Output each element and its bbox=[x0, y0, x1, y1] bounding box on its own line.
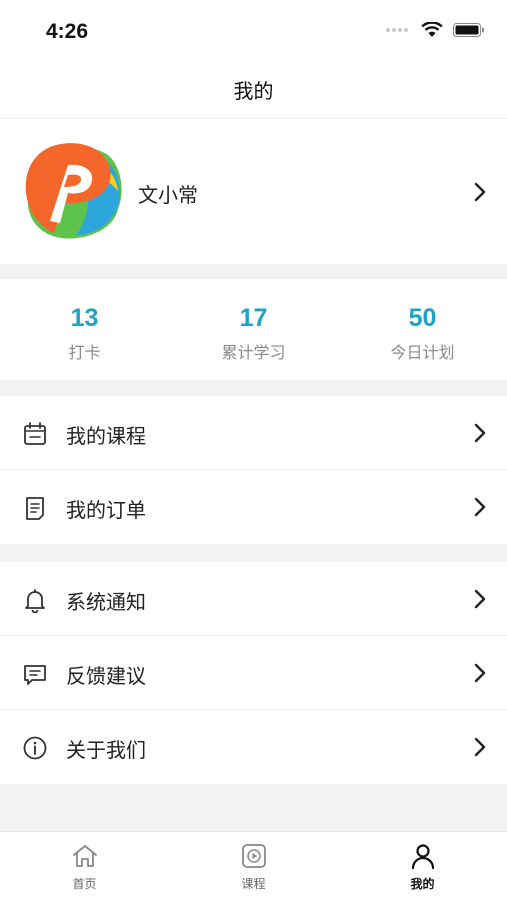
battery-icon bbox=[453, 23, 484, 37]
calendar-icon bbox=[24, 422, 46, 445]
user-icon bbox=[411, 844, 434, 870]
bell-icon bbox=[25, 589, 45, 613]
message-icon bbox=[24, 665, 46, 685]
stat-today-plan[interactable]: 50 今日计划 bbox=[338, 279, 507, 380]
chevron-right-icon bbox=[474, 663, 486, 683]
menu-item-my-orders[interactable]: 我的订单 bbox=[0, 470, 507, 544]
status-icons bbox=[385, 22, 485, 38]
profile-card[interactable]: 文小常 bbox=[0, 118, 507, 264]
menu-group-orders: 我的课程 我的订单 bbox=[0, 396, 507, 544]
tab-label: 课程 bbox=[241, 877, 266, 891]
stat-label: 今日计划 bbox=[390, 343, 455, 362]
menu-item-feedback[interactable]: 反馈建议 bbox=[0, 636, 507, 710]
document-icon bbox=[26, 497, 44, 520]
tab-home[interactable]: 首页 bbox=[0, 832, 169, 900]
avatar[interactable] bbox=[20, 139, 124, 243]
nav-bar: 我的 bbox=[0, 64, 507, 118]
menu-item-label: 我的订单 bbox=[66, 498, 146, 522]
stat-value: 50 bbox=[408, 304, 437, 332]
chevron-right-icon bbox=[474, 497, 486, 517]
tab-courses[interactable]: 课程 bbox=[169, 832, 338, 900]
menu-item-label: 我的课程 bbox=[66, 424, 146, 448]
status-time: 4:26 bbox=[46, 20, 89, 43]
menu-item-label: 系统通知 bbox=[66, 590, 146, 614]
tab-bar: 首页 课程 我的 bbox=[0, 831, 507, 900]
signal-icon bbox=[386, 28, 408, 32]
chevron-right-icon bbox=[474, 589, 486, 609]
page-title: 我的 bbox=[233, 79, 274, 103]
profile-name: 文小常 bbox=[138, 183, 198, 207]
stat-label: 累计学习 bbox=[221, 343, 286, 362]
stat-value: 13 bbox=[70, 304, 99, 332]
wifi-icon bbox=[421, 22, 443, 37]
stat-label: 打卡 bbox=[68, 343, 101, 362]
home-icon bbox=[72, 845, 97, 867]
menu-item-label: 关于我们 bbox=[66, 738, 146, 762]
tab-label: 首页 bbox=[72, 877, 97, 891]
status-bar: 4:26 bbox=[0, 0, 507, 64]
play-icon bbox=[241, 844, 266, 868]
chevron-right-icon bbox=[474, 737, 486, 757]
menu-item-my-courses[interactable]: 我的课程 bbox=[0, 396, 507, 470]
stats-panel: 13 打卡 17 累计学习 50 今日计划 bbox=[0, 279, 507, 380]
menu-item-notifications[interactable]: 系统通知 bbox=[0, 562, 507, 636]
menu-item-label: 反馈建议 bbox=[66, 664, 146, 688]
tab-label: 我的 bbox=[410, 877, 435, 891]
stat-value: 17 bbox=[239, 304, 268, 332]
menu-item-about-us[interactable]: 关于我们 bbox=[0, 710, 507, 784]
stat-checkin[interactable]: 13 打卡 bbox=[0, 279, 169, 380]
tab-me[interactable]: 我的 bbox=[338, 832, 507, 900]
stat-total-study[interactable]: 17 累计学习 bbox=[169, 279, 338, 380]
info-icon bbox=[23, 736, 47, 760]
menu-group-settings: 系统通知 反馈建议 关于我们 bbox=[0, 562, 507, 784]
chevron-right-icon bbox=[474, 423, 486, 443]
chevron-right-icon bbox=[474, 182, 486, 202]
